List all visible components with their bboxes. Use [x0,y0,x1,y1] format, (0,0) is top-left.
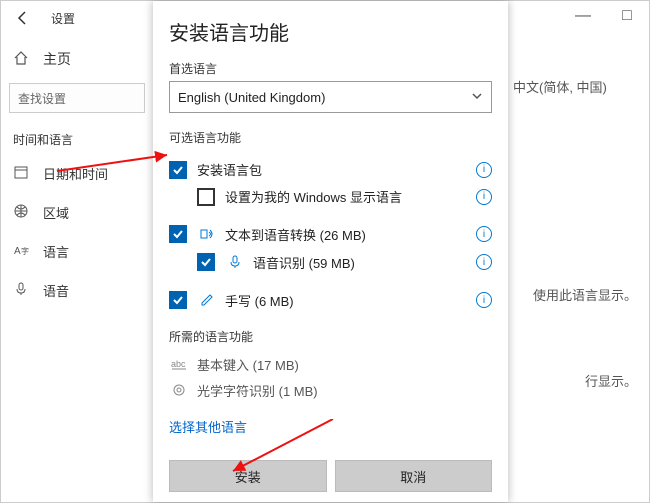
info-icon[interactable]: i [476,226,492,242]
option-label: 文本到语音转换 (26 MB) [225,225,366,244]
option-tts[interactable]: 文本到语音转换 (26 MB) i [169,220,492,248]
checkbox-checked-icon[interactable] [169,225,187,243]
cancel-button[interactable]: 取消 [335,460,493,492]
required-features-title: 所需的语言功能 [169,328,492,345]
option-lang-pack[interactable]: 安装语言包 i [169,156,492,183]
tts-icon [197,224,217,244]
option-handwriting[interactable]: 手写 (6 MB) i [169,286,492,314]
search-placeholder: 查找设置 [18,90,66,107]
sidebar-item-datetime[interactable]: 日期和时间 [1,154,153,193]
keyboard-icon: abc [169,354,189,374]
sidebar-section-title: 时间和语言 [1,113,153,154]
svg-text:abc: abc [171,359,186,369]
home-nav[interactable]: 主页 [1,43,153,75]
checkbox-checked-icon[interactable] [197,253,215,271]
option-speech[interactable]: 语音识别 (59 MB) i [169,248,492,276]
svg-text:A: A [14,246,21,257]
info-icon[interactable]: i [476,162,492,178]
search-input[interactable]: 查找设置 [9,83,145,113]
sidebar-item-label: 语音 [43,281,69,300]
optional-features-title: 可选语言功能 [169,129,492,146]
right-msg-2: 行显示。 [585,371,637,390]
maximize-button[interactable]: □ [605,1,649,31]
install-language-dialog: 安装语言功能 首选语言 English (United Kingdom) 可选语… [153,1,508,502]
right-lang-tag: 中文(简体, 中国) [513,77,633,96]
sidebar-item-label: 区域 [43,203,69,222]
calendar-icon [13,164,29,183]
required-label: 基本键入 (17 MB) [197,355,299,374]
preferred-lang-label: 首选语言 [169,60,492,77]
chevron-down-icon [471,90,483,105]
required-typing: abc 基本键入 (17 MB) [169,351,492,377]
required-label: 光学字符识别 (1 MB) [197,381,318,400]
globe-icon [13,203,29,222]
info-icon[interactable]: i [476,189,492,205]
svg-text:字: 字 [21,246,29,256]
option-label: 手写 (6 MB) [225,291,294,310]
checkbox-checked-icon[interactable] [169,291,187,309]
mic-icon [225,252,245,272]
minimize-button[interactable]: — [561,1,605,31]
info-icon[interactable]: i [476,254,492,270]
option-display-lang[interactable]: 设置为我的 Windows 显示语言 i [169,183,492,210]
home-icon [13,50,29,69]
right-msg-1: 使用此语言显示。 [533,285,637,304]
sidebar-item-language[interactable]: A字 语言 [1,232,153,271]
sidebar-item-speech[interactable]: 语音 [1,271,153,310]
choose-other-lang-link[interactable]: 选择其他语言 [169,417,247,436]
required-ocr: 光学字符识别 (1 MB) [169,377,492,403]
option-label: 设置为我的 Windows 显示语言 [225,187,402,206]
preferred-lang-dropdown[interactable]: English (United Kingdom) [169,81,492,113]
back-button[interactable] [11,6,35,30]
dialog-title: 安装语言功能 [169,17,492,46]
info-icon[interactable]: i [476,292,492,308]
checkbox-checked-icon[interactable] [169,161,187,179]
mic-icon [13,281,29,300]
pen-icon [197,290,217,310]
home-label: 主页 [43,49,71,69]
window-title: 设置 [51,10,75,27]
sidebar-item-label: 日期和时间 [43,164,108,183]
ocr-icon [169,380,189,400]
sidebar-item-region[interactable]: 区域 [1,193,153,232]
option-label: 语音识别 (59 MB) [253,253,355,272]
language-icon: A字 [13,242,29,261]
option-label: 安装语言包 [197,160,262,179]
dropdown-value: English (United Kingdom) [178,90,325,105]
sidebar-item-label: 语言 [43,242,69,261]
checkbox-unchecked-icon[interactable] [197,188,215,206]
install-button[interactable]: 安装 [169,460,327,492]
